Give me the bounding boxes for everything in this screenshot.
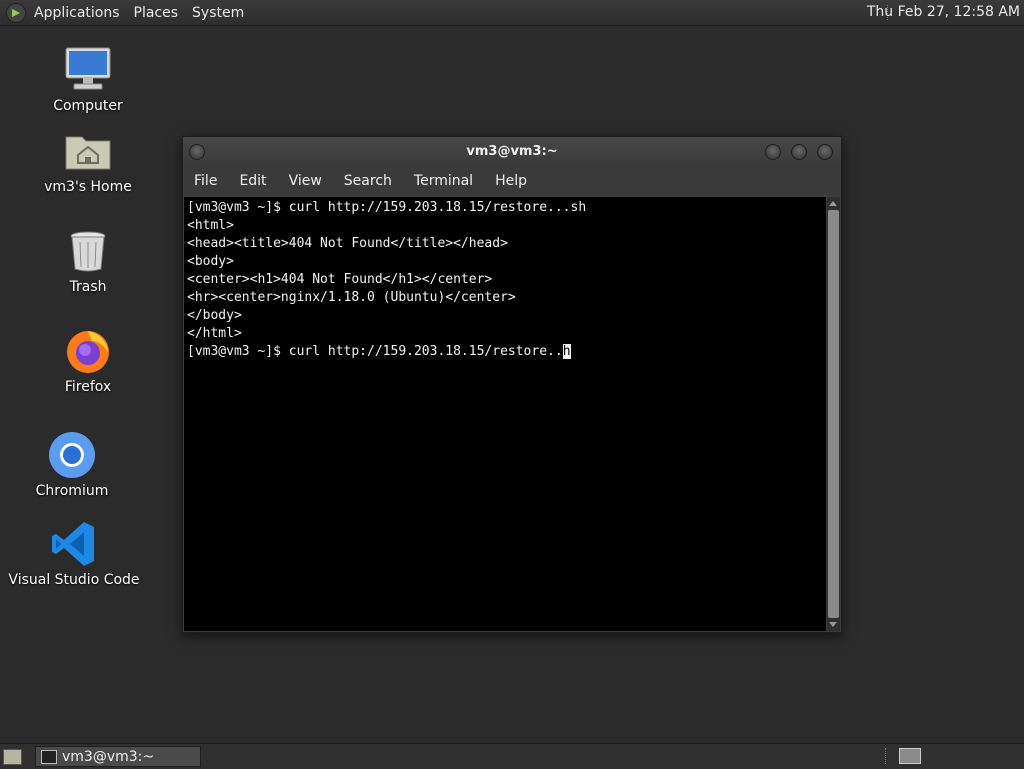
- distro-logo-icon[interactable]: [6, 2, 26, 23]
- vscode-icon: [50, 520, 98, 568]
- clock[interactable]: Thu Feb 27, 12:58 AM: [867, 0, 1020, 25]
- terminal-line: [vm3@vm3 ~]$ curl http://159.203.18.15/r…: [187, 200, 587, 215]
- menu-file[interactable]: File: [183, 173, 228, 189]
- maximize-button[interactable]: [791, 144, 807, 160]
- applications-menu[interactable]: Applications: [34, 5, 120, 21]
- top-panel: Applications Places System Thu Feb 27, 1…: [0, 0, 1024, 26]
- menu-view[interactable]: View: [278, 173, 333, 189]
- terminal-line: <center><h1>404 Not Found</h1></center>: [187, 272, 493, 287]
- terminal-output[interactable]: [vm3@vm3 ~]$ curl http://159.203.18.15/r…: [184, 197, 826, 631]
- firefox-icon: [64, 327, 112, 375]
- scrollbar-thumb[interactable]: [828, 210, 839, 618]
- terminal-line: </html>: [187, 326, 242, 341]
- terminal-prompt-line: [vm3@vm3 ~]$ curl http://159.203.18.15/r…: [187, 343, 826, 361]
- desktop-icon-vscode[interactable]: Visual Studio Code: [4, 520, 144, 588]
- window-titlebar[interactable]: vm3@vm3:~: [183, 137, 841, 167]
- terminal-window[interactable]: vm3@vm3:~ File Edit View Search Terminal…: [182, 136, 842, 633]
- terminal-line: <body>: [187, 254, 234, 269]
- taskbar-window-button[interactable]: vm3@vm3:~: [35, 746, 201, 767]
- terminal-line: <head><title>404 Not Found</title></head…: [187, 236, 508, 251]
- bottom-panel: vm3@vm3:~: [0, 743, 1024, 769]
- terminal-line: <hr><center>nginx/1.18.0 (Ubuntu)</cente…: [187, 290, 516, 305]
- trash-icon: [64, 227, 112, 275]
- menu-edit[interactable]: Edit: [228, 173, 277, 189]
- desktop-icon-chromium[interactable]: Chromium: [2, 431, 142, 499]
- menu-help[interactable]: Help: [484, 173, 538, 189]
- scroll-up-icon[interactable]: [829, 201, 837, 206]
- top-menus: Applications Places System: [6, 0, 258, 25]
- desktop-icon-label: Trash: [69, 279, 107, 295]
- terminal-line: <html>: [187, 218, 234, 233]
- desktop-icon-label: Chromium: [35, 483, 109, 499]
- prompt-text: [vm3@vm3 ~]$ curl http://159.203.18.15/r…: [187, 344, 563, 359]
- desktop-icon-label: vm3's Home: [44, 179, 132, 195]
- desktop-icon-label: Computer: [53, 98, 123, 114]
- terminal-line: </body>: [187, 308, 242, 323]
- show-desktop-icon[interactable]: [3, 749, 22, 765]
- desktop-icon-home[interactable]: vm3's Home: [18, 127, 158, 195]
- menu-search[interactable]: Search: [333, 173, 403, 189]
- menu-terminal[interactable]: Terminal: [403, 173, 484, 189]
- desktop-icon-computer[interactable]: Computer: [18, 46, 158, 114]
- taskbar-window-label: vm3@vm3:~: [62, 749, 155, 765]
- desktop-icon-trash[interactable]: Trash: [18, 227, 158, 295]
- desktop-icon-label: Firefox: [64, 379, 112, 395]
- workspace-switcher[interactable]: [899, 748, 921, 764]
- home-folder-icon: [64, 127, 112, 175]
- places-menu[interactable]: Places: [134, 5, 179, 21]
- text-cursor: h: [562, 344, 571, 359]
- panel-separator: [885, 748, 888, 764]
- chromium-icon: [48, 431, 96, 479]
- computer-icon: [64, 46, 112, 94]
- desktop-icon-label: Visual Studio Code: [8, 572, 140, 588]
- window-menu-button[interactable]: [189, 144, 205, 160]
- terminal-icon: [41, 750, 57, 764]
- scroll-down-icon[interactable]: [829, 622, 837, 627]
- desktop-icon-firefox[interactable]: Firefox: [18, 327, 158, 395]
- close-button[interactable]: [817, 144, 833, 160]
- minimize-button[interactable]: [765, 144, 781, 160]
- window-title: vm3@vm3:~: [466, 144, 558, 159]
- terminal-menubar: File Edit View Search Terminal Help: [183, 167, 841, 195]
- system-menu[interactable]: System: [192, 5, 244, 21]
- terminal-scrollbar[interactable]: [827, 197, 840, 631]
